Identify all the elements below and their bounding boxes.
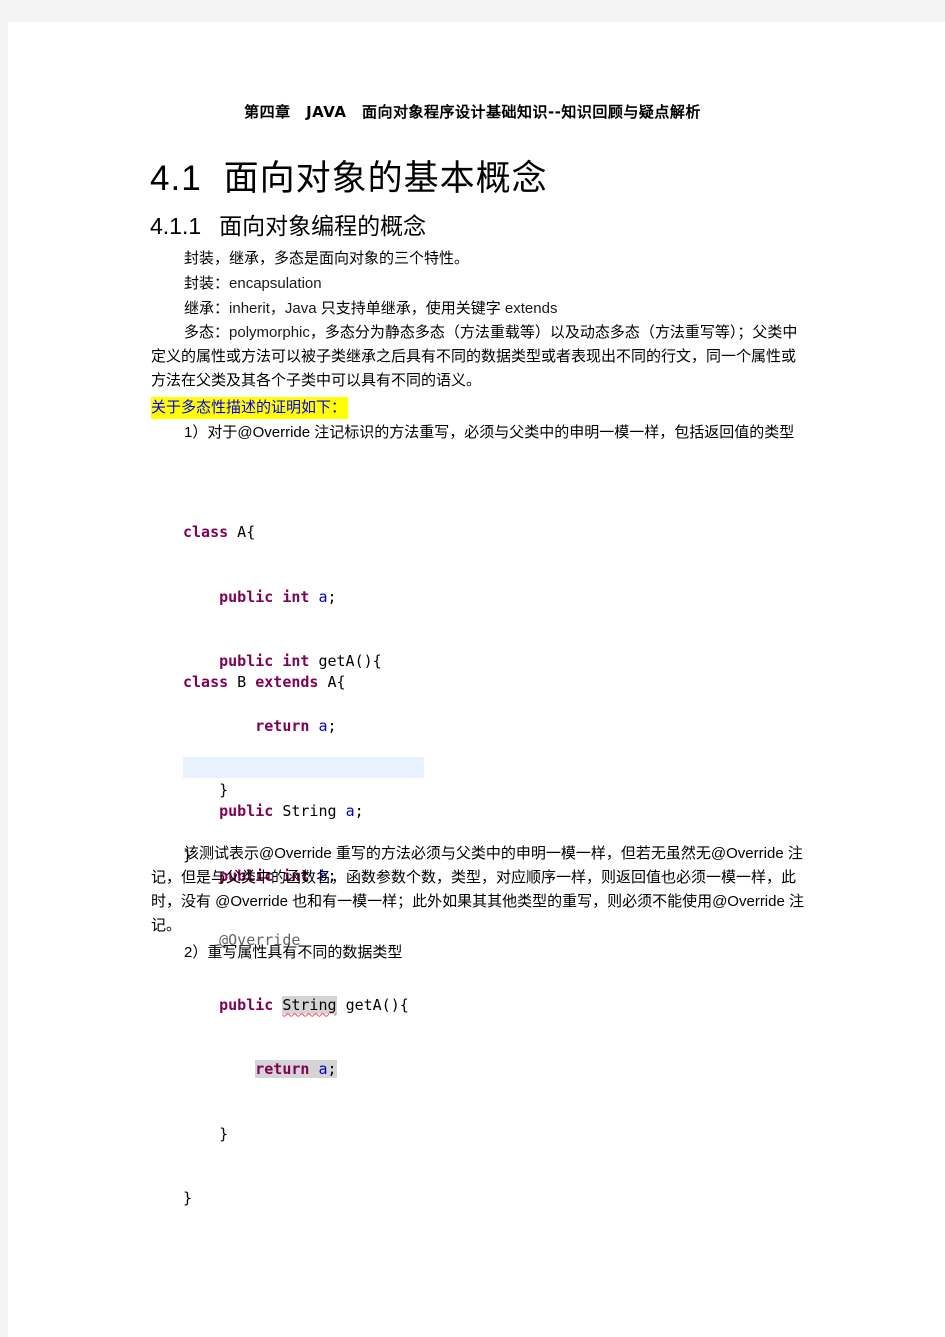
inherit-term: inherit，Java: [229, 300, 317, 317]
paragraph-encapsulation: 封装：encapsulation: [151, 272, 809, 296]
code-line: return a;: [255, 1060, 337, 1078]
poly-term: polymorphic: [229, 324, 310, 341]
section-number: 4.1: [150, 159, 202, 198]
paragraph-intro: 封装，继承，多态是面向对象的三个特性。: [184, 250, 470, 267]
paragraph-point-1: 1）对于@Override 注记标识的方法重写，必须与父类中的申明一模一样，包括…: [184, 424, 795, 441]
error-underlined-type: String: [282, 995, 337, 1014]
subsection-heading: 4.1.1 面向对象编程的概念: [150, 207, 426, 241]
inherit-text: 只支持单继承，使用关键字: [316, 300, 505, 317]
code-line: public String a;: [219, 802, 364, 820]
encapsulation-term: encapsulation: [229, 275, 322, 292]
subsection-title: 面向对象编程的概念: [219, 213, 427, 239]
inherit-keyword: extends: [504, 300, 558, 317]
section-heading: 4.1 面向对象的基本概念: [150, 150, 548, 201]
paragraph-inheritance: 继承：inherit，Java 只支持单继承，使用关键字 extends: [151, 297, 809, 321]
code-line: }: [183, 1189, 193, 1207]
section-title: 面向对象的基本概念: [223, 159, 548, 198]
paragraph-polymorphism: 多态：polymorphic，多态分为静态多态（方法重载等）以及动态多态（方法重…: [151, 321, 809, 393]
inherit-label: 继承：: [184, 300, 230, 317]
code-line: public String getA(){: [219, 995, 409, 1014]
code-line: }: [219, 1124, 229, 1143]
highlighted-proof-heading: 关于多态性描述的证明如下：: [151, 397, 349, 419]
document-header-title: 第四章 JAVA 面向对象程序设计基础知识--知识回顾与疑点解析: [244, 103, 701, 121]
paragraph-explanation: 该测试表示@Override 重写的方法必须与父类中的申明一模一样，但若无虽然无…: [151, 845, 804, 934]
subsection-number: 4.1.1: [150, 213, 202, 239]
encapsulation-label: 封装：: [184, 275, 230, 292]
poly-label: 多态：: [184, 324, 230, 341]
paragraph-point-2: 2）重写属性具有不同的数据类型: [184, 944, 403, 961]
document-page: [8, 22, 945, 1337]
code-line: class A{: [183, 523, 256, 541]
code-line: public int a;: [219, 587, 337, 606]
code-line: class B extends A{: [183, 673, 346, 691]
